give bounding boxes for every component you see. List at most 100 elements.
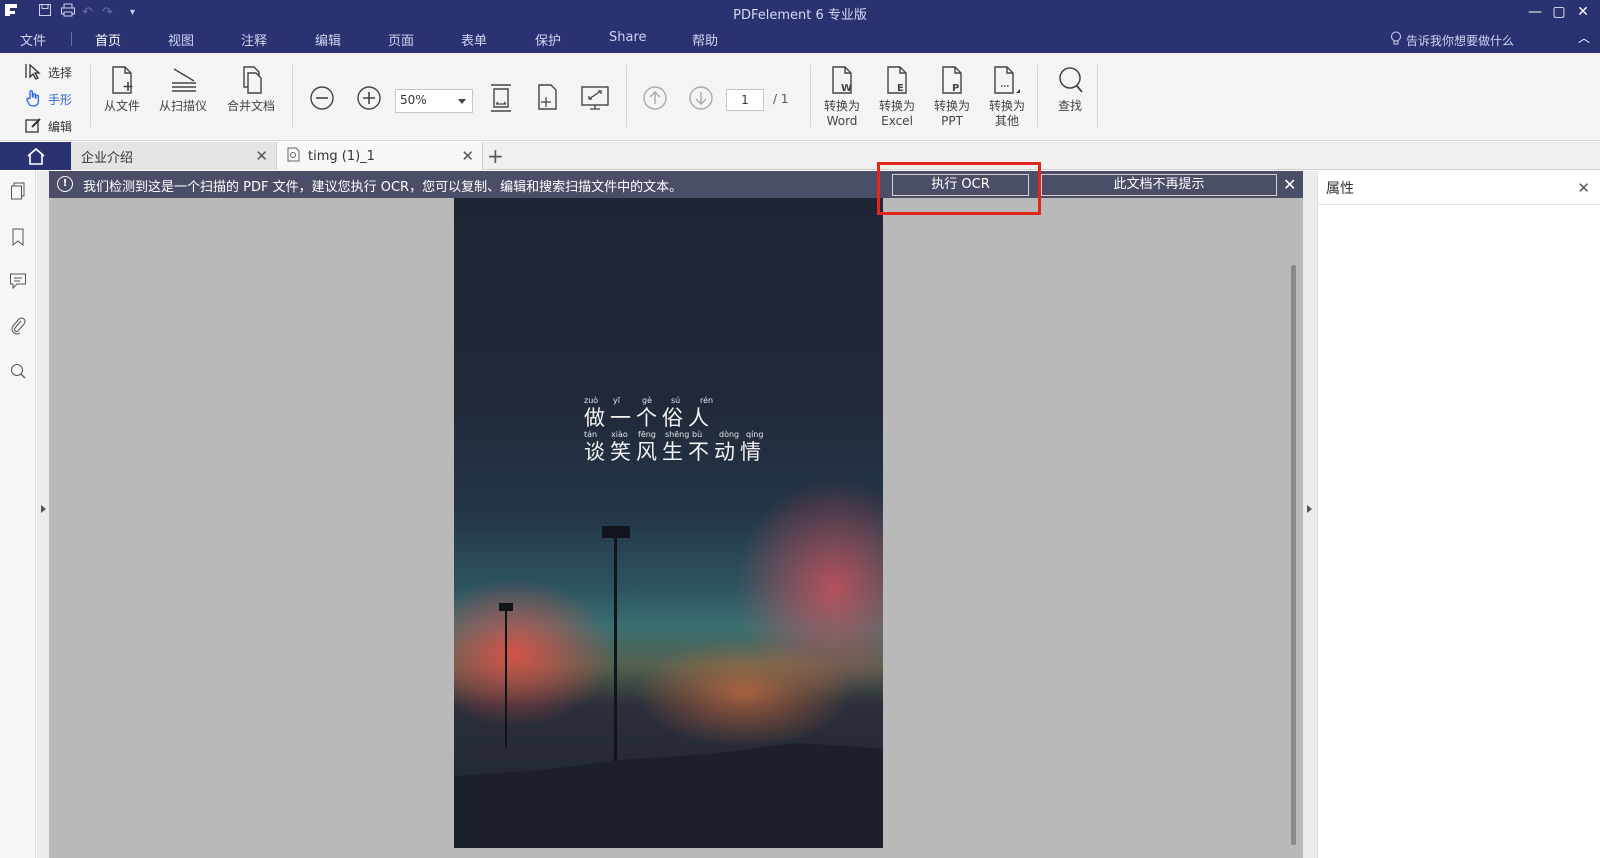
fit-width-icon: [491, 84, 511, 112]
title-bar: ↶ ↷ ▾ PDFelement 6 专业版 — ▢ ✕: [0, 0, 1600, 25]
select-cursor-icon: [24, 62, 42, 83]
minimize-icon[interactable]: —: [1524, 2, 1546, 22]
stadium-light-pole: [505, 608, 507, 748]
vertical-scrollbar[interactable]: [1291, 265, 1296, 845]
close-tab-icon[interactable]: ✕: [255, 147, 268, 165]
select-mode-button[interactable]: 选择: [24, 62, 72, 83]
close-tab-icon[interactable]: ✕: [461, 147, 474, 165]
ribbon-separator: [626, 65, 627, 127]
excel-file-icon: E: [887, 66, 907, 94]
convert-to-excel-button[interactable]: E 转换为 Excel: [879, 65, 915, 129]
fit-page-button[interactable]: [533, 83, 563, 113]
menu-separator: [71, 32, 72, 46]
search-icon: [1059, 67, 1083, 93]
right-panel-gutter: [1303, 171, 1317, 858]
ribbon-separator: [810, 65, 811, 127]
from-scanner-label: 从扫描仪: [159, 99, 208, 113]
poem-line-1: zuò yī gè sú rén 做一个俗人: [584, 396, 729, 430]
close-window-icon[interactable]: ✕: [1572, 2, 1594, 22]
collapse-ribbon-icon[interactable]: ︿: [1578, 29, 1590, 46]
menu-protect[interactable]: 保护: [535, 30, 561, 49]
combine-files-label: 合并文档: [227, 99, 276, 113]
convert-word-label-1: 转换为: [824, 99, 861, 113]
svg-text:W: W: [841, 83, 852, 94]
zoom-out-icon: [310, 86, 334, 110]
other-file-icon: [994, 66, 1020, 94]
fullscreen-icon: [581, 86, 609, 110]
hand-mode-label: 手形: [48, 93, 73, 107]
fit-width-button[interactable]: [486, 83, 516, 113]
page-number-input[interactable]: 1: [726, 89, 764, 111]
window-controls: — ▢ ✕: [1524, 2, 1594, 22]
combine-files-button[interactable]: 合并文档: [227, 65, 275, 114]
edit-mode-button[interactable]: 编辑: [24, 116, 72, 137]
zoom-in-button[interactable]: [354, 83, 384, 113]
edit-mode-label: 编辑: [48, 120, 73, 134]
document-tabs: 企业介绍 ✕ timg (1)_1 ✕ +: [0, 142, 1600, 170]
menu-home[interactable]: 首页: [95, 30, 121, 59]
attachment-icon[interactable]: [8, 316, 28, 336]
expand-right-panel-icon[interactable]: [1307, 505, 1312, 513]
menu-bar: 文件 首页 视图 注释 编辑 页面 表单 保护 Share 帮助 告诉我你想要做…: [0, 25, 1600, 59]
tab-label: 企业介绍: [81, 150, 134, 166]
zoom-select[interactable]: 50%: [395, 89, 473, 113]
new-file-icon: [112, 66, 133, 94]
arrow-down-icon: [689, 86, 713, 110]
convert-to-ppt-button[interactable]: P 转换为 PPT: [934, 65, 970, 129]
tab-timg[interactable]: timg (1)_1 ✕: [277, 142, 483, 170]
close-notice-icon[interactable]: ✕: [1283, 175, 1296, 194]
close-properties-icon[interactable]: ✕: [1577, 179, 1590, 197]
comments-icon[interactable]: [8, 271, 28, 291]
ground-silhouette: [454, 743, 883, 848]
expand-left-panel-icon[interactable]: [41, 505, 46, 513]
fullscreen-button[interactable]: [580, 83, 610, 113]
zoom-value: 50%: [400, 93, 427, 107]
menu-help[interactable]: 帮助: [692, 30, 718, 49]
tab-company-intro[interactable]: 企业介绍 ✕: [71, 142, 277, 170]
convert-excel-label-1: 转换为: [879, 99, 916, 113]
find-button[interactable]: 查找: [1055, 65, 1085, 114]
convert-word-label-2: Word: [826, 114, 858, 128]
next-page-button[interactable]: [686, 83, 716, 113]
convert-to-word-button[interactable]: W 转换为 Word: [824, 65, 860, 129]
tell-me-text: 告诉我你想要做什么: [1406, 33, 1515, 48]
tab-label: timg (1)_1: [308, 148, 375, 164]
add-tab-icon[interactable]: +: [487, 144, 504, 168]
scanner-icon: [172, 68, 196, 92]
svg-text:E: E: [897, 83, 904, 94]
dont-remind-button[interactable]: 此文档不再提示: [1041, 174, 1277, 196]
sidebar-search-icon[interactable]: [8, 361, 28, 381]
svg-text:P: P: [952, 83, 959, 94]
stadium-light-pole: [614, 533, 617, 763]
zoom-out-button[interactable]: [307, 83, 337, 113]
menu-file[interactable]: 文件: [20, 30, 46, 49]
ribbon-separator: [1097, 65, 1098, 127]
window-title: PDFelement 6 专业版: [733, 8, 867, 23]
thumbnails-icon[interactable]: [8, 181, 28, 201]
menu-share[interactable]: Share: [609, 30, 647, 45]
select-mode-label: 选择: [48, 66, 73, 80]
maximize-icon[interactable]: ▢: [1548, 2, 1570, 22]
menu-view[interactable]: 视图: [168, 30, 194, 49]
ocr-notice-message: 我们检测到这是一个扫描的 PDF 文件，建议您执行 OCR，您可以复制、编辑和搜…: [83, 180, 683, 195]
hand-mode-button[interactable]: 手形: [24, 89, 72, 110]
ribbon-separator: [1037, 65, 1038, 127]
menu-form[interactable]: 表单: [461, 30, 487, 49]
properties-panel: 属性 ✕: [1317, 171, 1600, 858]
from-file-button[interactable]: 从文件: [104, 65, 140, 114]
tell-me-search[interactable]: 告诉我你想要做什么: [1390, 31, 1514, 49]
info-icon: !: [57, 176, 73, 192]
bookmark-icon[interactable]: [8, 227, 28, 247]
previous-page-button[interactable]: [640, 83, 670, 113]
poem-pinyin-2: tán xiào fēng shēng bù dòng qíng: [584, 430, 764, 439]
menu-comment[interactable]: 注释: [241, 30, 267, 49]
convert-to-other-button[interactable]: 转换为 其他: [989, 65, 1025, 129]
home-tab[interactable]: [0, 142, 71, 170]
from-scanner-button[interactable]: 从扫描仪: [159, 65, 207, 114]
page-total: / 1: [773, 92, 789, 106]
arrow-up-icon: [643, 86, 667, 110]
menu-edit[interactable]: 编辑: [315, 30, 341, 49]
ribbon-toolbar: 选择 手形 编辑 从文件 从扫描仪 合并文档 50% 1 / 1 W 转换为 W…: [0, 53, 1600, 141]
menu-page[interactable]: 页面: [388, 30, 414, 49]
word-file-icon: W: [832, 66, 852, 94]
